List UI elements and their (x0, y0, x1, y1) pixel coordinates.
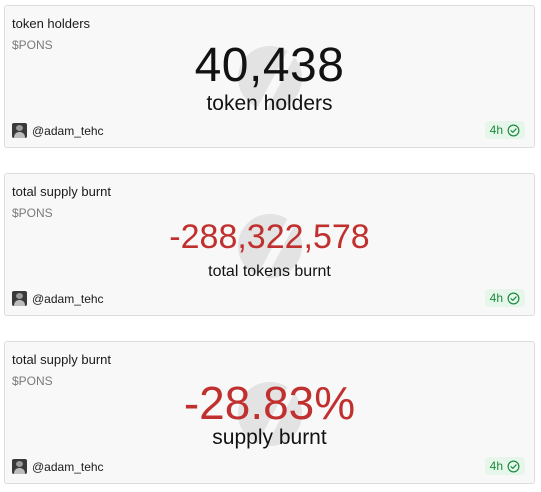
avatar (12, 291, 27, 306)
supply-burnt-percent-card[interactable]: total supply burnt $PONS -28.83% supply … (4, 341, 535, 484)
metric-label: total tokens burnt (208, 263, 331, 280)
metric-label: token holders (206, 92, 333, 115)
token-holders-card[interactable]: token holders $PONS 40,438 token holders… (4, 5, 535, 148)
author-link[interactable]: @adam_tehc (12, 459, 104, 474)
status-badge: 4h (484, 289, 525, 307)
status-age: 4h (489, 291, 503, 305)
author-link[interactable]: @adam_tehc (12, 291, 104, 306)
status-badge: 4h (484, 457, 525, 475)
metric-value: -288,322,578 (169, 218, 370, 256)
metric-label: supply burnt (212, 426, 327, 449)
status-age: 4h (489, 123, 503, 137)
avatar (12, 123, 27, 138)
card-title: total supply burnt (12, 184, 112, 199)
author-name: @adam_tehc (32, 123, 104, 138)
author-name: @adam_tehc (32, 291, 104, 306)
metric-value: 40,438 (194, 39, 345, 92)
check-circle-icon (507, 292, 520, 304)
check-circle-icon (507, 460, 520, 472)
author-link[interactable]: @adam_tehc (12, 123, 104, 138)
author-name: @adam_tehc (32, 459, 104, 474)
card-title: total supply burnt (12, 352, 112, 367)
check-circle-icon (507, 124, 520, 136)
status-age: 4h (489, 459, 503, 473)
metric-value: -28.83% (183, 377, 356, 429)
card-title: token holders (12, 16, 91, 31)
total-tokens-burnt-card[interactable]: total supply burnt $PONS -288,322,578 to… (4, 173, 535, 316)
avatar (12, 459, 27, 474)
status-badge: 4h (484, 121, 525, 139)
